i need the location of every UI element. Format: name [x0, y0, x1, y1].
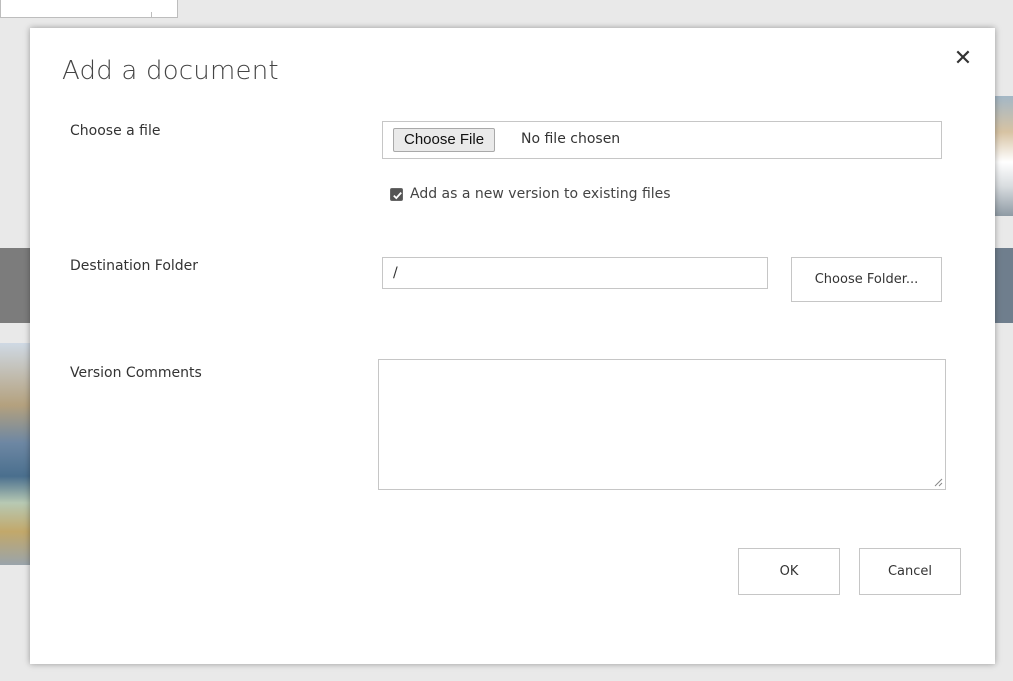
- choose-folder-button[interactable]: Choose Folder...: [791, 257, 942, 302]
- background-image-strip-left: [0, 248, 32, 323]
- background-thumbnail-right: [995, 96, 1013, 216]
- checkmark-icon: [393, 192, 402, 200]
- new-version-label[interactable]: Add as a new version to existing files: [410, 186, 671, 202]
- version-comments-label: Version Comments: [70, 365, 202, 381]
- background-image-strip-right: [995, 248, 1013, 323]
- destination-folder-input[interactable]: /: [382, 257, 768, 289]
- cancel-button[interactable]: Cancel: [859, 548, 961, 595]
- add-document-dialog: Add a document ✕ Choose a file Choose Fi…: [30, 28, 995, 664]
- resize-handle-icon[interactable]: [934, 478, 943, 487]
- ok-button[interactable]: OK: [738, 548, 840, 595]
- file-input[interactable]: Choose File No file chosen: [382, 121, 942, 159]
- choose-file-label: Choose a file: [70, 123, 161, 139]
- background-thumbnail-left: [0, 343, 32, 565]
- version-comments-textarea[interactable]: [378, 359, 946, 490]
- new-version-checkbox[interactable]: [390, 188, 403, 201]
- background-toolbar-button: [0, 0, 178, 18]
- destination-folder-label: Destination Folder: [70, 258, 199, 274]
- close-icon[interactable]: ✕: [950, 46, 976, 72]
- dialog-title: Add a document: [62, 56, 279, 86]
- file-status-text: No file chosen: [521, 131, 621, 147]
- choose-file-button[interactable]: Choose File: [393, 128, 496, 152]
